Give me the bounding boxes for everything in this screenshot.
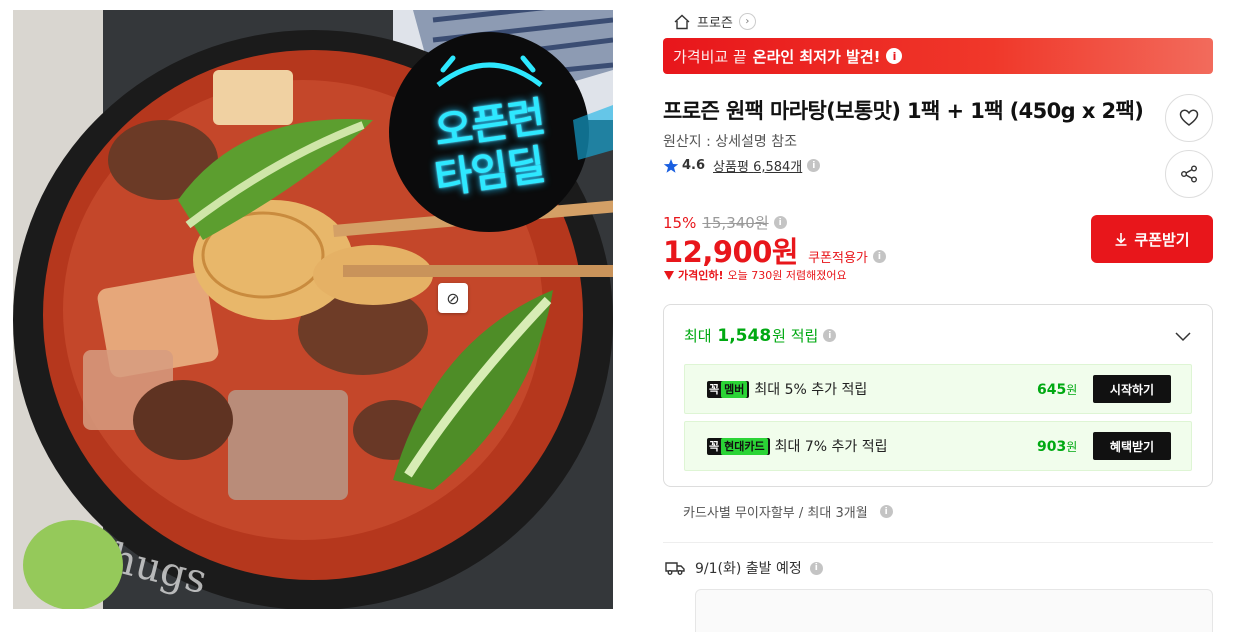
star-icon xyxy=(663,158,679,173)
info-icon[interactable]: i xyxy=(872,250,886,263)
shipping-info: 9/1(화) 출발 예정 i xyxy=(665,558,823,578)
heart-icon xyxy=(1179,109,1199,126)
price-drop-text: 오늘 730원 저렴해졌어요 xyxy=(727,269,847,282)
reward-head-prefix: 최대 xyxy=(684,327,712,345)
installment-info: 카드사별 무이자할부 / 최대 3개월 i xyxy=(683,502,893,521)
home-icon[interactable] xyxy=(673,13,691,31)
product-origin: 원산지 : 상세설명 참조 xyxy=(663,134,797,150)
coupon-button-label: 쿠폰받기 xyxy=(1134,230,1190,249)
truck-icon xyxy=(665,562,685,575)
price-drop-label: 가격인하! xyxy=(678,269,724,282)
price-drop-notice: 가격인하! 오늘 730원 저렴해졌어요 xyxy=(663,267,847,283)
shipping-text: 9/1(화) 출발 예정 xyxy=(695,561,802,577)
coupon-applied-label: 쿠폰적용가 i xyxy=(808,247,886,266)
reward-row-text: 최대 5% 추가 적립 xyxy=(754,382,868,398)
info-icon[interactable]: i xyxy=(809,561,823,575)
review-count: 6,584개 xyxy=(753,160,803,175)
info-icon[interactable]: i xyxy=(807,159,821,172)
reward-amount-unit: 원 xyxy=(1066,382,1078,397)
rating-row: 4.6 상품평 6,584개 i xyxy=(663,156,821,175)
product-image[interactable]: hugs 오픈런 타임딜 ⊘ xyxy=(13,10,613,609)
tag-main: 꼭 xyxy=(709,440,720,453)
reward-tag: 꼭 멤버 xyxy=(707,380,750,398)
rating-score: 4.6 xyxy=(682,158,706,173)
info-icon[interactable]: i xyxy=(879,505,893,518)
final-price: 12,900원 xyxy=(663,235,799,269)
reward-amount-unit: 원 xyxy=(1066,439,1078,454)
final-price-row: 12,900원 쿠폰적용가 i xyxy=(663,229,886,271)
divider xyxy=(663,542,1213,543)
installment-text: 카드사별 무이자할부 / 최대 3개월 xyxy=(683,506,868,521)
promo-prefix: 가격비교 끝 xyxy=(673,47,747,66)
coupon-applied-text: 쿠폰적용가 xyxy=(808,251,868,266)
reward-amount-value: 645 xyxy=(1037,381,1067,398)
breadcrumb-category[interactable]: 프로즌 xyxy=(697,12,733,31)
reward-amount: 903원 xyxy=(1037,438,1077,455)
reward-row-member: 꼭 멤버 최대 5% 추가 적립 645원 시작하기 xyxy=(684,364,1192,414)
review-link[interactable]: 상품평 6,584개 xyxy=(713,156,802,175)
product-info-panel: 프로즌 › 가격비교 끝 온라인 최저가 발견! i 프로즌 원팩 마라탕(보통… xyxy=(663,0,1213,632)
reward-row-card: 꼭 현대카드 최대 7% 추가 적립 903원 혜택받기 xyxy=(684,421,1192,471)
reward-head-suffix: 원 적립 xyxy=(772,327,819,345)
reward-box: 최대 1,548 원 적립 i 꼭 멤버 최대 5% 추가 적립 645원 시작하… xyxy=(663,304,1213,487)
lowest-price-banner[interactable]: 가격비교 끝 온라인 최저가 발견! i xyxy=(663,38,1213,74)
benefit-button[interactable]: 혜택받기 xyxy=(1093,432,1171,460)
reward-amount: 645원 xyxy=(1037,381,1077,398)
shipping-detail-box xyxy=(695,589,1213,632)
reward-row-text: 최대 7% 추가 적립 xyxy=(774,439,888,455)
chevron-down-icon[interactable] xyxy=(1174,327,1192,345)
tag-main: 꼭 xyxy=(709,383,720,396)
info-icon[interactable]: i xyxy=(823,329,837,342)
reward-head-amount: 1,548 xyxy=(717,325,772,346)
reward-amount-value: 903 xyxy=(1037,438,1067,455)
download-icon xyxy=(1115,233,1127,246)
ban-icon[interactable]: ⊘ xyxy=(438,283,468,313)
reward-head[interactable]: 최대 1,548 원 적립 i xyxy=(684,325,837,346)
share-icon xyxy=(1181,165,1197,183)
promo-highlight: 온라인 최저가 발견! xyxy=(752,47,881,66)
review-label: 상품평 xyxy=(713,160,749,175)
info-icon[interactable]: i xyxy=(773,216,787,229)
share-button[interactable] xyxy=(1165,150,1213,198)
breadcrumb: 프로즌 › xyxy=(673,12,756,31)
tag-accent: 멤버 xyxy=(721,380,748,398)
arrow-down-icon xyxy=(664,271,674,280)
chevron-right-icon[interactable]: › xyxy=(738,13,756,30)
info-icon[interactable]: i xyxy=(886,48,903,64)
time-deal-badge: 오픈런 타임딜 xyxy=(389,32,589,232)
tag-accent: 현대카드 xyxy=(721,437,768,455)
wishlist-button[interactable] xyxy=(1165,94,1213,142)
reward-tag: 꼭 현대카드 xyxy=(707,437,770,455)
product-title: 프로즌 원팩 마라탕(보통맛) 1팩 + 1팩 (450g x 2팩) xyxy=(663,99,1144,123)
coupon-download-button[interactable]: 쿠폰받기 xyxy=(1091,215,1213,263)
start-button[interactable]: 시작하기 xyxy=(1093,375,1171,403)
